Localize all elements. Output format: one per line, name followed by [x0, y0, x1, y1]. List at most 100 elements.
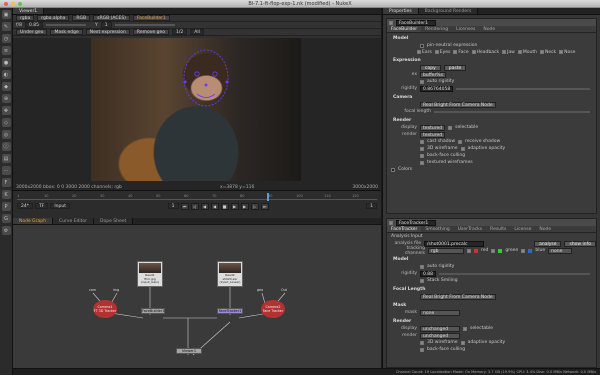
tab-facetracker[interactable]: FaceTracker	[387, 226, 422, 232]
next-expression-button[interactable]: Next expression	[85, 29, 130, 35]
mask-dropdown[interactable]: none	[420, 309, 460, 316]
cheek-pin-right[interactable]	[225, 80, 229, 84]
playhead-marker[interactable]	[267, 193, 269, 201]
nose-pin[interactable]	[204, 83, 208, 87]
tab-dope-sheet[interactable]: Dope Sheet	[94, 218, 134, 224]
transform-tool-icon[interactable]: ✥	[1, 106, 11, 115]
3d-tool-icon[interactable]: ◇	[1, 118, 11, 127]
viewer1-node[interactable]: Viewer1	[176, 348, 202, 354]
furnace-tool-icon[interactable]: F	[1, 178, 11, 187]
part-jaw[interactable]: Jaw	[502, 50, 515, 55]
filter-tool-icon[interactable]: ◐	[1, 70, 11, 79]
keyer-tool-icon[interactable]: ◆	[1, 82, 11, 91]
left-eye-pin[interactable]	[194, 71, 200, 77]
viewer-canvas[interactable]: 3000x2000 bbox: 0 0 3000 2000 channels: …	[13, 38, 381, 190]
under-geo-button[interactable]: Under geo	[16, 29, 48, 35]
tab-fb-node[interactable]: Node	[479, 26, 499, 32]
tab-fb-rendering[interactable]: Rendering	[421, 26, 452, 32]
colors-expand-icon[interactable]	[391, 167, 395, 172]
part-nose[interactable]: Nose	[559, 50, 575, 55]
part-mouth[interactable]: Mouth	[517, 50, 537, 55]
tab-fb-licenses[interactable]: Licenses	[452, 26, 479, 32]
tab-ft-license[interactable]: License	[510, 226, 535, 232]
display-mode-dropdown[interactable]: RGB	[72, 15, 91, 21]
end-frame-field[interactable]: 1	[366, 203, 378, 209]
tab-properties[interactable]: Properties	[383, 8, 419, 14]
textured-wireframe-checkbox[interactable]	[420, 160, 424, 165]
auto-rigidity-checkbox[interactable]	[420, 79, 424, 84]
backface-culling-checkbox[interactable]	[420, 153, 424, 158]
expression-dropdown[interactable]: buffer%s	[420, 71, 447, 78]
ft-render-dropdown[interactable]: unchanged	[420, 332, 460, 339]
tab-viewer1[interactable]: Viewer1	[13, 8, 45, 14]
tab-usertracks[interactable]: UserTracks	[454, 226, 486, 232]
step-back-icon[interactable]: ◀	[200, 202, 209, 210]
render-dropdown[interactable]: textured	[420, 131, 446, 138]
gamma-slider[interactable]	[114, 24, 175, 26]
tab-smoothing[interactable]: Smoothing	[421, 226, 453, 232]
right-eye-pin[interactable]	[212, 71, 218, 77]
camera1-node[interactable]: Camera1 FT 3D Tracker	[93, 300, 117, 318]
alpha-channel-dropdown[interactable]: rgba.alpha	[37, 15, 70, 21]
mask-edge-button[interactable]: Mask edge	[50, 29, 83, 35]
facetracker-name-field[interactable]: FaceTracker1	[396, 219, 436, 226]
gizmo-tool-icon[interactable]: G	[1, 214, 11, 223]
ft-focal-dropdown[interactable]: Real Bright From Camera Node	[420, 293, 496, 300]
channel-tool-icon[interactable]: ≡	[1, 46, 11, 55]
pythons-tool-icon[interactable]: P	[1, 202, 11, 211]
rigidity-field[interactable]: 0.86764058	[420, 85, 454, 92]
red-checkbox[interactable]	[467, 248, 471, 253]
colorspace-dropdown[interactable]: sRGB (ACES)	[93, 15, 130, 21]
part-neck[interactable]: Neck	[539, 50, 556, 55]
color-tool-icon[interactable]: ●	[1, 58, 11, 67]
facebuilder-name-field[interactable]: FaceBuilder1	[396, 19, 436, 26]
ft-adaptive-opacity-checkbox[interactable]	[460, 340, 465, 345]
mouth-pin[interactable]	[196, 93, 216, 98]
display-dropdown[interactable]: textured	[420, 124, 446, 131]
ft-rigidity-slider[interactable]	[439, 272, 590, 275]
views-tool-icon[interactable]: ◎	[1, 130, 11, 139]
range-dropdown[interactable]: Input	[50, 203, 70, 209]
part-ears[interactable]: Ears	[417, 50, 432, 55]
cast-shadow-checkbox[interactable]	[420, 139, 424, 144]
ft-display-dropdown[interactable]: unchanged	[420, 325, 460, 332]
copy-button[interactable]: copy	[420, 64, 441, 71]
gain-slider[interactable]	[46, 24, 86, 26]
neutral-expression-checkbox[interactable]	[420, 43, 424, 48]
facebuilder-node[interactable]: FaceBuilder1	[141, 308, 165, 314]
settings-tool-icon[interactable]: ⚙	[1, 226, 11, 235]
merge-tool-icon[interactable]: ⊕	[1, 94, 11, 103]
next-keyframe-icon[interactable]: ▷	[250, 202, 259, 210]
stop-icon[interactable]: ■	[220, 202, 229, 210]
draw-tool-icon[interactable]: ✎	[1, 22, 11, 31]
analyse-button[interactable]: analyse	[534, 240, 562, 247]
ft-selectable-checkbox[interactable]	[463, 326, 467, 331]
proxy-dropdown[interactable]: 1/2	[171, 29, 188, 35]
time-tool-icon[interactable]: ◷	[1, 34, 11, 43]
camera2-node[interactable]: Camera2 Face Tracker	[261, 300, 285, 318]
facetracker-node[interactable]: FaceTracker1	[217, 308, 243, 314]
stack-smiling-checkbox[interactable]	[420, 278, 424, 283]
tracking-channels-dropdown[interactable]: rgb	[428, 247, 464, 254]
play-back-icon[interactable]: ◀	[210, 202, 219, 210]
rigidity-slider[interactable]	[456, 87, 590, 90]
timecode-dropdown[interactable]: TF	[34, 203, 49, 209]
ft-auto-rigidity-checkbox[interactable]	[420, 264, 424, 269]
keentools-tool-icon[interactable]: K	[1, 190, 11, 199]
part-face[interactable]: Face	[453, 50, 469, 55]
green-checkbox[interactable]	[491, 248, 496, 253]
tab-ft-node[interactable]: Node	[535, 226, 555, 232]
wireframe-checkbox[interactable]	[420, 146, 424, 151]
image-tool-icon[interactable]: ▣	[1, 10, 11, 19]
read1-node[interactable]: Read1 film.jpg (input_Gain)	[137, 261, 163, 287]
selectable-checkbox[interactable]	[448, 125, 453, 130]
ft-wireframe-checkbox[interactable]	[420, 340, 424, 345]
current-frame-field[interactable]: 1	[167, 203, 179, 209]
collapse-icon[interactable]	[389, 220, 393, 225]
fps-field[interactable]: 24*	[17, 203, 33, 209]
tab-curve-editor[interactable]: Curve Editor	[52, 218, 95, 224]
remove-geo-button[interactable]: Remove geo	[132, 29, 169, 35]
play-icon[interactable]: ▶	[230, 202, 239, 210]
gain-value[interactable]: 0.85	[24, 22, 43, 28]
part-eyes[interactable]: Eyes	[434, 50, 450, 55]
